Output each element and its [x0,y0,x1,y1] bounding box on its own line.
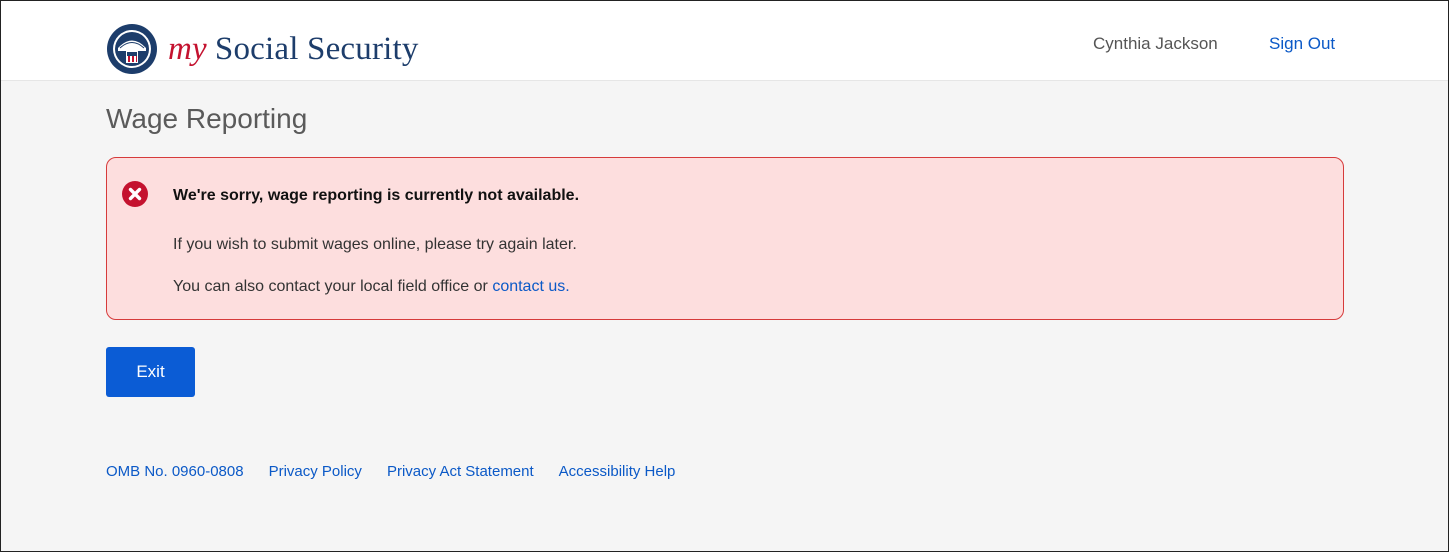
page-title: Wage Reporting [106,103,308,134]
error-alert: We're sorry, wage reporting is currently… [106,157,1344,320]
ssa-seal-icon [107,24,157,74]
alert-message-contact: You can also contact your local field of… [173,278,570,296]
signed-in-user-name: Cynthia Jackson [1093,34,1218,53]
logo-text-social-security: Social Security [214,30,419,67]
alert-heading: We're sorry, wage reporting is currently… [173,187,580,204]
my-social-security-logo-link[interactable]: my Social Security [106,23,419,75]
footer-link-privacy-act-statement[interactable]: Privacy Act Statement [387,463,534,480]
logo-text-my: my [168,30,207,67]
contact-us-link[interactable]: contact us. [492,278,569,295]
footer-links: OMB No. 0960-0808 Privacy Policy Privacy… [106,463,700,480]
sign-out-link[interactable]: Sign Out [1269,34,1335,54]
site-header: my Social Security Cynthia Jackson Sign O… [1,1,1448,81]
exit-button[interactable]: Exit [106,347,195,397]
alert-contact-text: You can also contact your local field of… [173,278,493,295]
footer-link-privacy-policy[interactable]: Privacy Policy [269,463,362,480]
alert-message-try-later: If you wish to submit wages online, plea… [173,236,577,253]
logo-text: my Social Security [168,31,419,68]
footer-link-accessibility-help[interactable]: Accessibility Help [559,463,676,480]
footer-link-omb-number[interactable]: OMB No. 0960-0808 [106,463,244,480]
error-x-circle-icon [122,181,148,207]
